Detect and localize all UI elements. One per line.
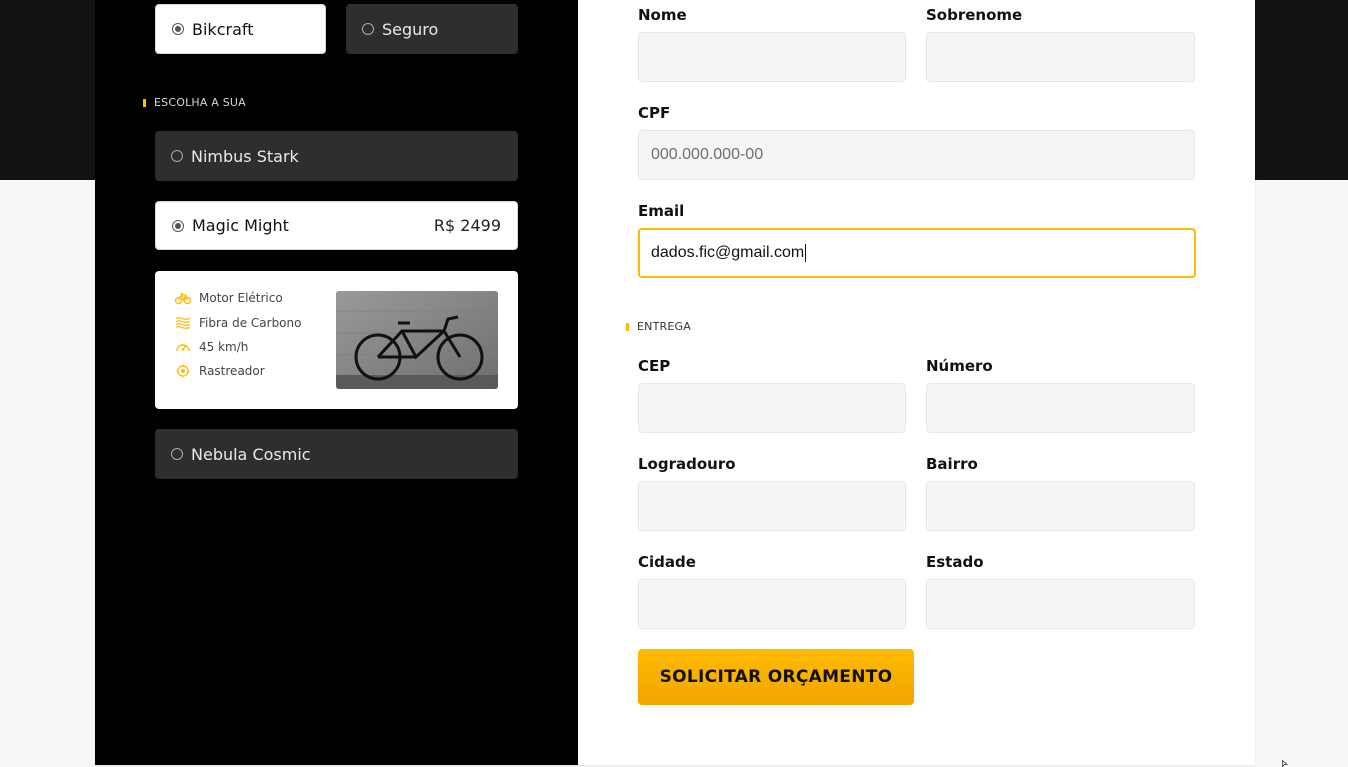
accent-bar [143,98,146,107]
option-label: Bikcraft [192,19,254,39]
feature-text: 45 km/h [199,340,249,354]
cidade-input[interactable] [638,579,906,629]
numero-input[interactable] [926,383,1195,433]
bike-photo [336,291,498,389]
quote-card: Bikcraft Seguro ESCOLHA A SUA Nimbus Sta… [95,0,1255,765]
numero-label: Número [926,357,993,375]
cep-label: CEP [638,357,671,375]
radio-unselected-icon [171,448,183,460]
nome-input[interactable] [638,32,906,82]
radio-selected-icon [172,219,184,232]
sobrenome-label: Sobrenome [926,6,1023,24]
text-caret [805,244,807,262]
bike-option-label: Nebula Cosmic [191,444,311,464]
entrega-title-text: ENTREGA [637,320,691,333]
feature-item: Motor Elétrico [175,291,283,305]
feature-text: Rastreador [199,364,265,378]
bike-option-label: Magic Might [192,216,289,235]
logradouro-label: Logradouro [638,455,736,473]
bike-details-card: Motor Elétrico Fibra de Carbono 45 km/h [155,271,518,409]
feature-item: Fibra de Carbono [175,316,301,330]
bike-option-label: Nimbus Stark [191,146,299,166]
bike-icon [175,292,191,305]
email-value: dados.fic@gmail.com [651,244,805,261]
cpf-label: CPF [638,104,671,122]
option-seguro[interactable]: Seguro [346,4,518,54]
bike-option-nimbus-stark[interactable]: Nimbus Stark [155,131,518,181]
speedometer-icon [176,344,190,352]
option-bikcraft[interactable]: Bikcraft [155,4,326,54]
submit-quote-button[interactable]: SOLICITAR ORÇAMENTO [638,649,914,705]
radio-unselected-icon [171,150,183,162]
feature-text: Fibra de Carbono [199,316,302,330]
option-label: Seguro [382,19,439,39]
tracker-icon [176,364,190,378]
quote-form: Nome Sobrenome CPF 000.000.000-00 Email … [578,0,1255,765]
email-label: Email [638,202,685,220]
accent-bar [626,322,629,331]
logradouro-input[interactable] [638,481,906,531]
bike-option-magic-might[interactable]: Magic Might R$ 2499 [155,201,518,250]
feature-item: Rastreador [175,364,265,378]
nome-label: Nome [638,6,687,24]
estado-input[interactable] [926,579,1195,629]
mouse-cursor-icon [1282,760,1289,767]
email-input[interactable]: dados.fic@gmail.com [638,228,1196,278]
carbon-fiber-icon [175,317,191,329]
feature-text: Motor Elétrico [199,291,283,305]
sobrenome-input[interactable] [926,32,1195,82]
cpf-input[interactable]: 000.000.000-00 [638,130,1195,180]
cidade-label: Cidade [638,553,696,571]
entrega-section-title: ENTREGA [626,320,691,333]
cep-input[interactable] [638,383,906,433]
radio-unselected-icon [362,23,374,35]
choose-title-text: ESCOLHA A SUA [154,96,246,109]
product-selection-panel: Bikcraft Seguro ESCOLHA A SUA Nimbus Sta… [95,0,578,765]
feature-item: 45 km/h [175,340,248,354]
choose-section-title: ESCOLHA A SUA [143,96,246,109]
bike-price: R$ 2499 [433,216,501,235]
bairro-label: Bairro [926,455,978,473]
estado-label: Estado [926,553,984,571]
bike-option-nebula-cosmic[interactable]: Nebula Cosmic [155,429,518,479]
radio-selected-icon [172,23,184,35]
bairro-input[interactable] [926,481,1195,531]
